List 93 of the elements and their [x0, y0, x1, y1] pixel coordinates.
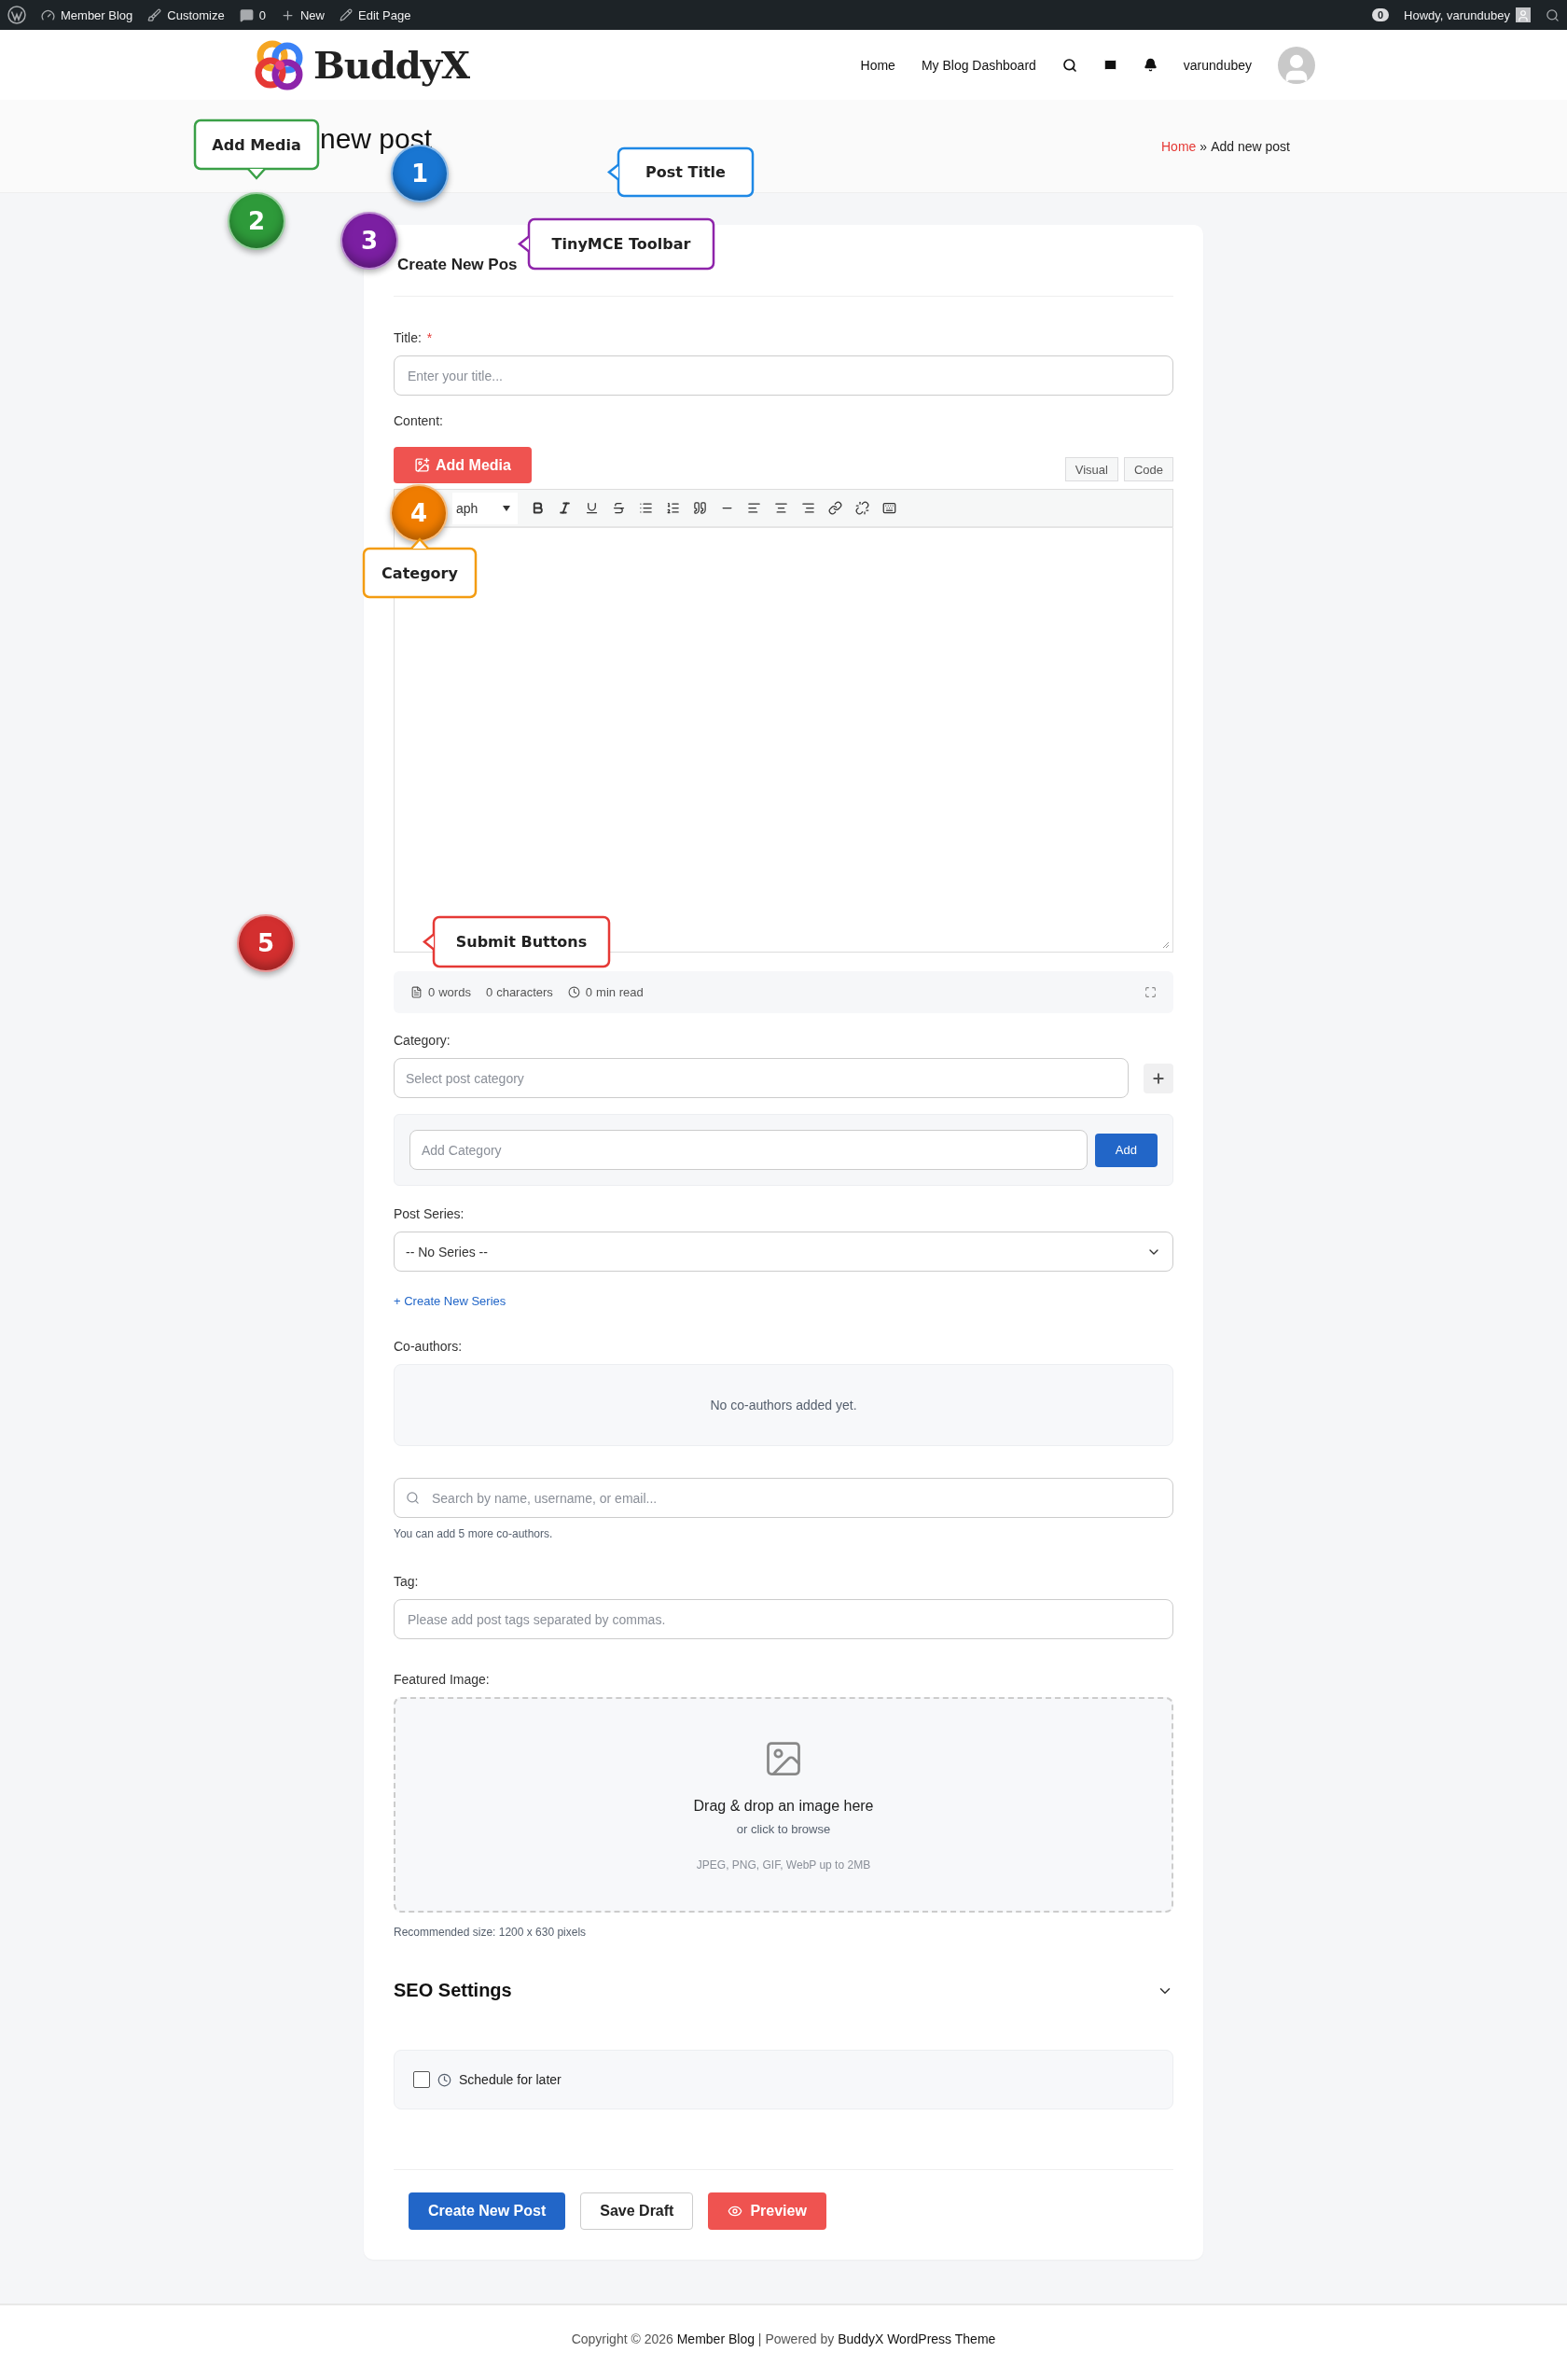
bold-icon[interactable] — [531, 501, 545, 515]
account-menu[interactable]: Howdy, varundubey — [1404, 7, 1531, 22]
customize-link[interactable]: Customize — [147, 7, 225, 22]
keyboard-icon[interactable] — [882, 501, 896, 515]
field-label: Tag: — [394, 1573, 419, 1591]
caret-icon — [503, 505, 510, 511]
bell-icon[interactable] — [1143, 58, 1158, 72]
field-label: Featured Image: — [394, 1671, 490, 1689]
username[interactable]: varundubey — [1183, 57, 1252, 73]
submit-button[interactable]: Create New Post — [409, 2192, 566, 2230]
clock-icon — [567, 986, 580, 998]
notification-count[interactable]: 0 — [1371, 8, 1390, 21]
clock-icon — [437, 2072, 451, 2087]
brush-icon — [147, 7, 162, 22]
numbered-list-icon[interactable] — [666, 501, 680, 515]
new-category-field[interactable]: Add Category — [409, 1130, 1088, 1170]
step-marker: 2 — [228, 192, 285, 250]
callout-label: Category — [363, 538, 477, 598]
image-hint: Recommended size: 1200 x 630 pixels — [394, 1926, 588, 1939]
series-select[interactable]: -- No Series -- — [394, 1232, 1173, 1272]
pencil-icon — [340, 8, 353, 21]
create-series-link[interactable]: + Create New Series — [394, 1294, 506, 1308]
empty-message: No co-authors added yet. — [710, 1398, 857, 1413]
coauthor-hint: You can add 5 more co-authors. — [394, 1527, 554, 1540]
avatar-icon — [1516, 7, 1531, 22]
tag-field[interactable]: Please add post tags separated by commas. — [394, 1599, 1173, 1639]
search-icon[interactable] — [1546, 7, 1560, 22]
callout-label: Submit Buttons — [423, 916, 610, 967]
nav-link[interactable]: My Blog Dashboard — [921, 57, 1036, 73]
callout-label: Post Title — [608, 147, 754, 197]
copyright-text: Copyright © 2026 Member Blog | Powered by BuddyX WordPress Theme — [571, 2331, 996, 2348]
theme-link[interactable]: BuddyX WordPress Theme — [838, 2331, 996, 2346]
new-link[interactable]: New — [280, 7, 325, 22]
field-label: Category: — [394, 1032, 451, 1050]
save-draft-button[interactable]: Save Draft — [580, 2192, 694, 2230]
strikethrough-icon[interactable] — [612, 501, 626, 515]
dropzone-title: Drag & drop an image here — [693, 1798, 874, 1815]
field-label: Title: — [394, 329, 422, 347]
schedule-checkbox[interactable] — [413, 2071, 430, 2088]
nav-link[interactable]: Home — [860, 57, 895, 73]
format-select[interactable]: aph — [452, 492, 518, 524]
image-dropzone[interactable]: Drag & drop an image here or click to browse JPEG, PNG, GIF, WebP up to 2MB — [394, 1697, 1173, 1913]
fullscreen-icon[interactable] — [1144, 986, 1157, 998]
resize-handle-icon[interactable] — [1162, 941, 1170, 949]
site-link[interactable]: Member Blog — [41, 7, 133, 22]
stat-text: 0 min read — [585, 985, 644, 999]
gauge-icon — [41, 7, 55, 22]
align-left-icon[interactable] — [747, 501, 761, 515]
dropzone-subtitle: or click to browse — [736, 1822, 831, 1836]
breadcrumb-current: Add new post — [1211, 139, 1290, 154]
required-mark: * — [426, 329, 433, 347]
seo-settings-toggle[interactable]: SEO Settings — [394, 1980, 512, 2001]
editor-mode-tab[interactable]: Visual — [1064, 457, 1118, 481]
step-marker: 5 — [237, 914, 295, 972]
schedule-label: Schedule for later — [459, 2072, 562, 2087]
link-icon[interactable] — [828, 501, 842, 515]
eye-icon — [728, 2204, 743, 2219]
add-button[interactable]: Add — [1094, 1133, 1158, 1167]
quote-icon[interactable] — [693, 501, 707, 515]
add-category-button[interactable] — [1144, 1064, 1173, 1093]
wordpress-logo-icon[interactable] — [7, 6, 26, 24]
stat-text: 0 words — [428, 985, 471, 999]
comments-link[interactable]: 0 — [239, 7, 266, 22]
breadcrumb-separator: » — [1200, 139, 1208, 154]
media-icon — [414, 457, 430, 473]
category-field[interactable]: Select post category — [394, 1058, 1129, 1098]
field-label: Content: — [394, 412, 443, 430]
breadcrumb-link[interactable]: Home — [1161, 139, 1197, 154]
dropzone-formats: JPEG, PNG, GIF, WebP up to 2MB — [696, 1858, 871, 1872]
title-field[interactable]: Enter your title... — [394, 355, 1173, 396]
search-icon — [406, 1491, 420, 1505]
coauthor-search-field[interactable]: Search by name, username, or email... — [394, 1478, 1173, 1518]
italic-icon[interactable] — [558, 501, 572, 515]
align-center-icon[interactable] — [774, 501, 788, 515]
site-logo[interactable]: BuddyX — [313, 43, 470, 87]
field-label: Co-authors: — [394, 1338, 463, 1356]
editor-mode-tab[interactable]: Code — [1123, 457, 1173, 481]
document-icon — [410, 986, 423, 998]
plus-icon — [280, 7, 295, 22]
align-right-icon[interactable] — [801, 501, 815, 515]
callout-label: Add Media — [194, 119, 319, 179]
field-label: Post Series: — [394, 1205, 465, 1223]
edit-page-link[interactable]: Edit Page — [340, 7, 411, 22]
underline-icon[interactable] — [585, 501, 599, 515]
stat-text: 0 characters — [485, 985, 553, 999]
callout-label: TinyMCE Toolbar — [519, 218, 714, 270]
site-link[interactable]: Member Blog — [676, 2331, 755, 2346]
comment-icon — [239, 7, 254, 22]
bullet-list-icon[interactable] — [639, 501, 653, 515]
step-marker: 3 — [340, 212, 398, 270]
unlink-icon[interactable] — [855, 501, 869, 515]
search-icon[interactable] — [1061, 57, 1077, 73]
plus-icon — [1151, 1071, 1166, 1086]
